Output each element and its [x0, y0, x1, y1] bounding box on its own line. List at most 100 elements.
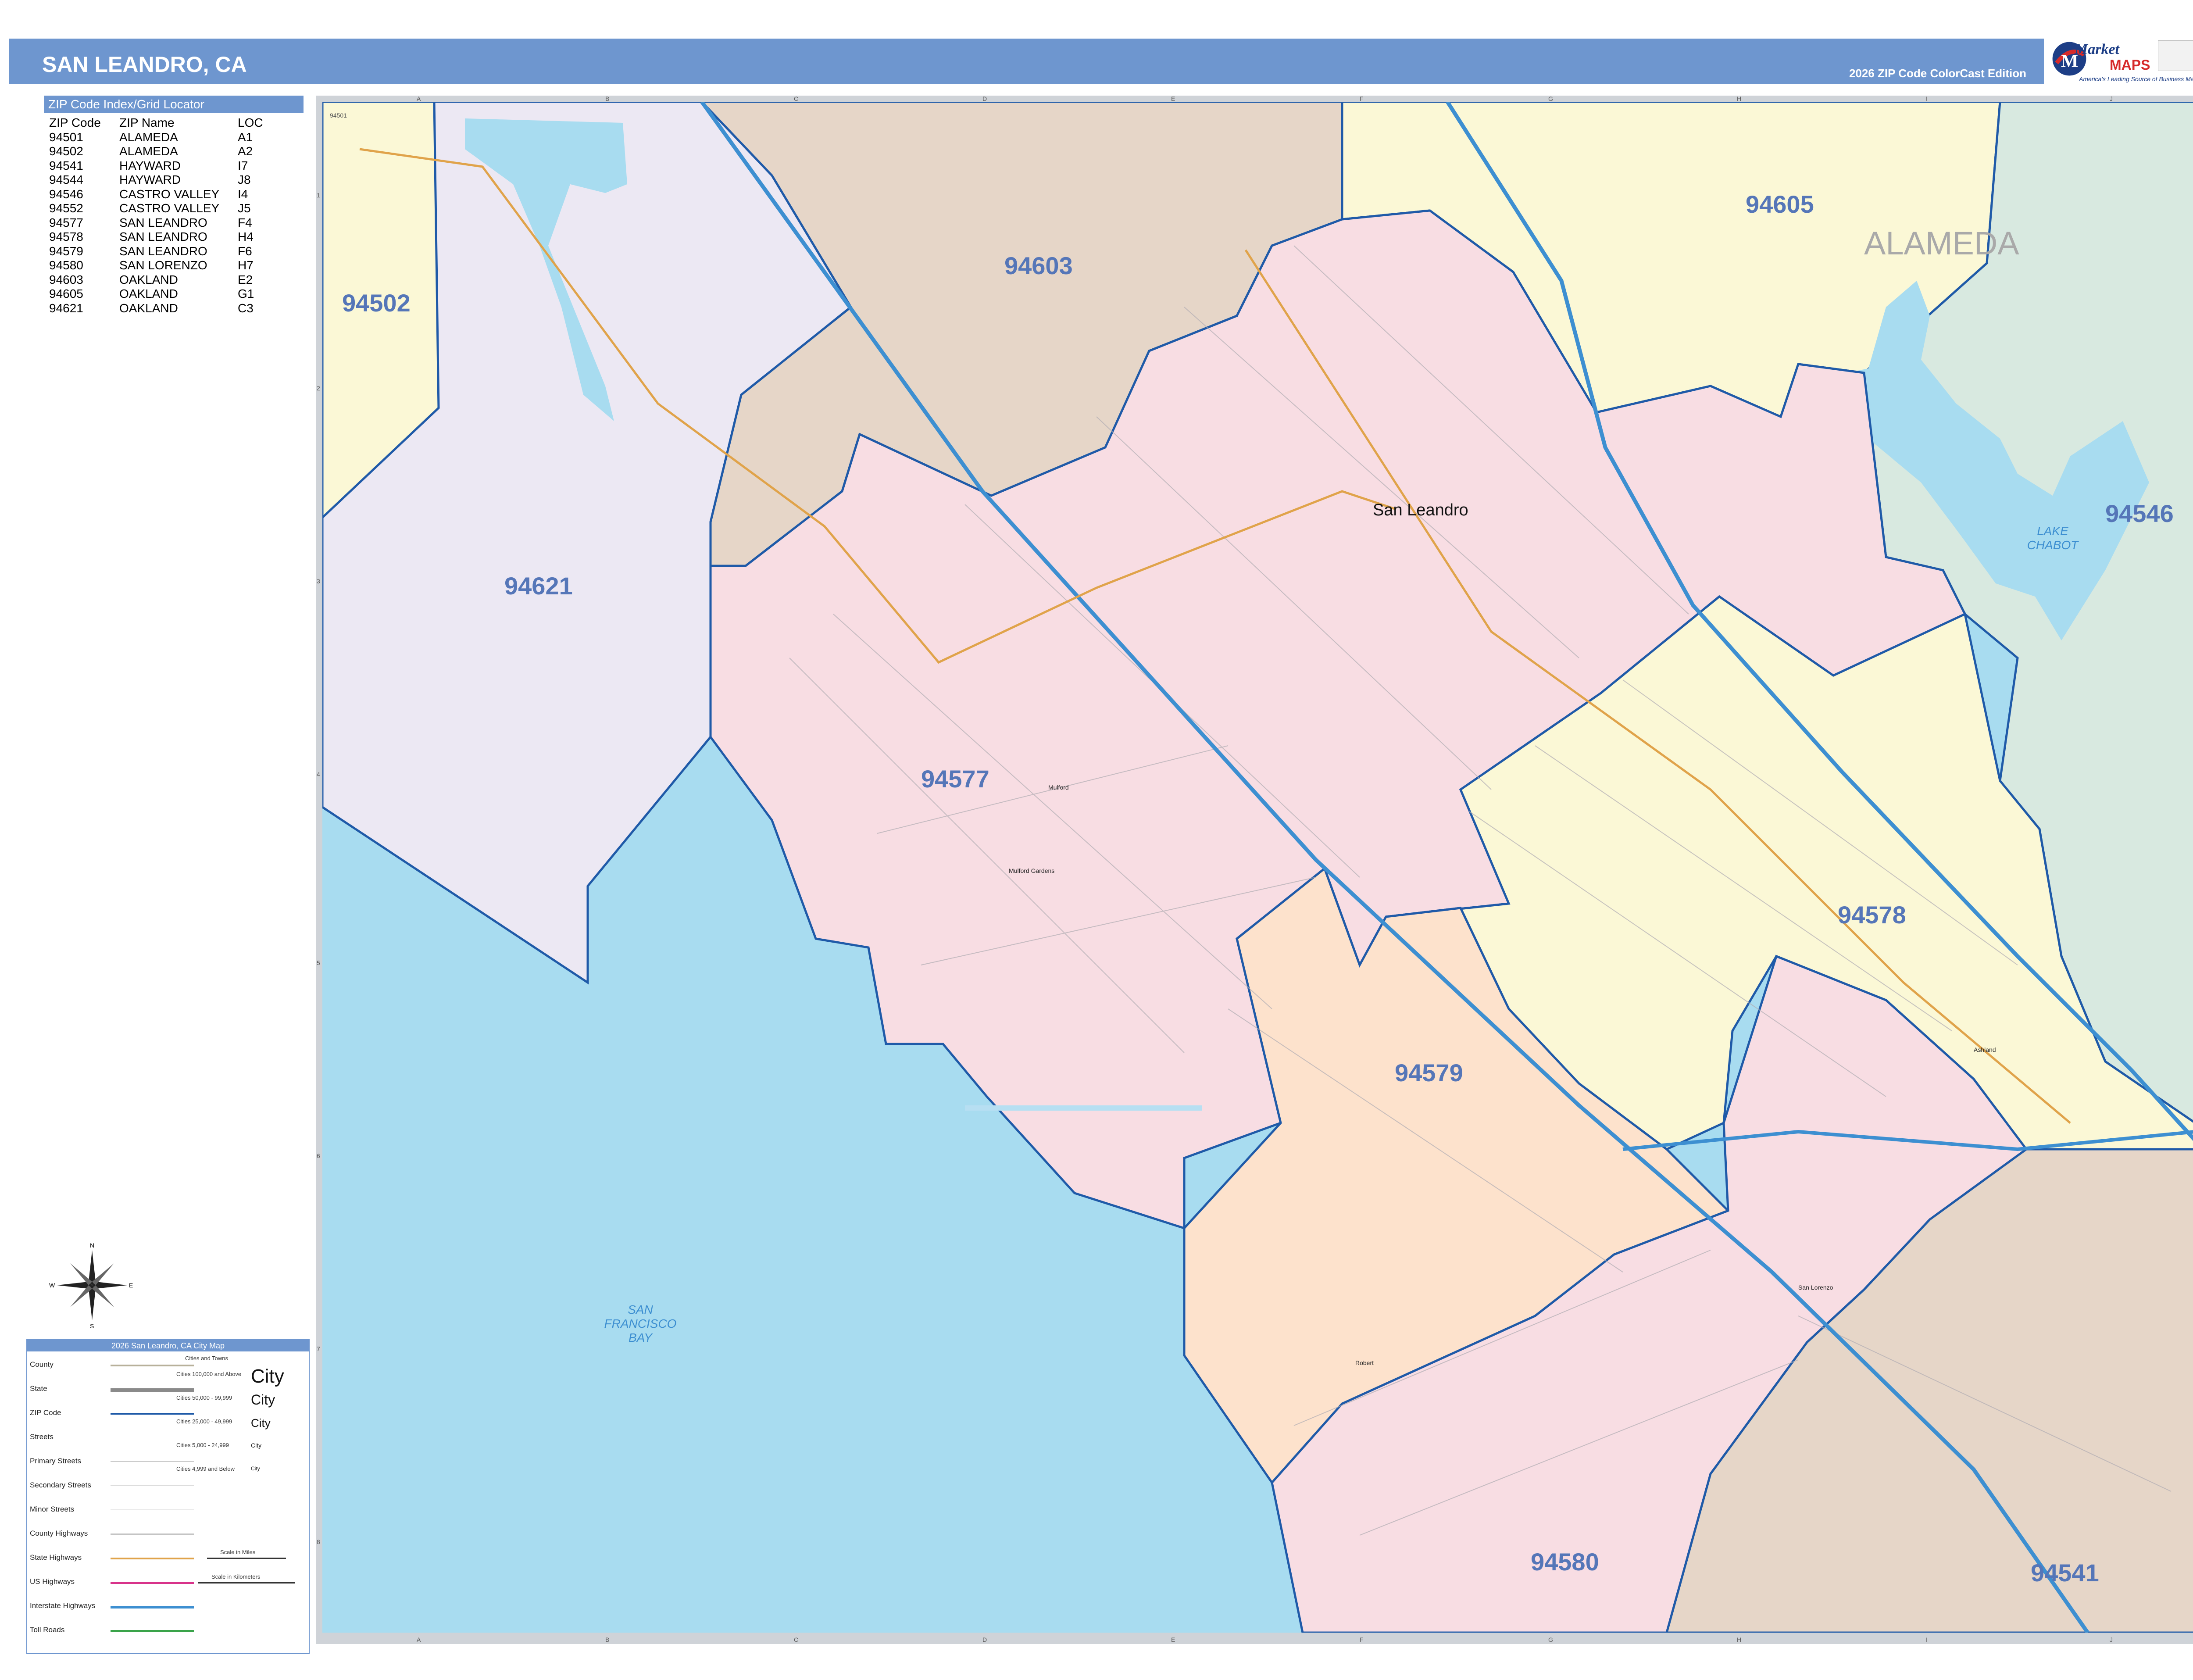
- legend-city-sample-large: City: [251, 1365, 284, 1387]
- zip-loc-cell: J5: [238, 201, 251, 215]
- place-label: Ashland: [1974, 1046, 1996, 1053]
- zip-name-cell: HAYWARD: [119, 158, 181, 172]
- zip-name-cell: ALAMEDA: [119, 144, 178, 158]
- zip-index-header: ZIP Code Index/Grid Locator: [44, 96, 304, 113]
- legend-city-sample: City: [251, 1416, 271, 1430]
- zip-code-cell: 94621: [49, 301, 83, 315]
- edition-label: 2026 ZIP Code ColorCast Edition: [1849, 67, 2026, 80]
- logo-brand-bottom: MAPS: [2110, 57, 2150, 73]
- logo-brand-top: Market: [2075, 41, 2119, 57]
- zip-label-94621: 94621: [504, 572, 573, 600]
- zip-label-94577: 94577: [921, 765, 989, 793]
- zip-label-94603: 94603: [1004, 252, 1073, 279]
- zip-loc-cell: G1: [238, 287, 254, 300]
- zip-name-cell: CASTRO VALLEY: [119, 187, 220, 201]
- grid-col-label: F: [1360, 1636, 1364, 1643]
- zip-code-map: A B C D E F G H I J A B C D E F G H I J …: [316, 96, 2193, 1644]
- zip-code-cell: 94546: [49, 187, 83, 201]
- zip-name-cell: SAN LORENZO: [119, 258, 207, 272]
- page-title: SAN LEANDRO, CA: [42, 52, 247, 77]
- legend-scale-bar-km: [198, 1582, 295, 1583]
- place-label: Robert: [1355, 1359, 1374, 1366]
- legend-secondary-line: [111, 1485, 194, 1486]
- zip-code-cell: 94578: [49, 230, 83, 243]
- legend-county-line: [111, 1365, 194, 1366]
- legend-primary-line: [111, 1461, 194, 1462]
- zip-name-cell: OAKLAND: [119, 272, 178, 286]
- legend-city-size: Cities 5,000 - 24,999: [176, 1442, 229, 1448]
- zip-loc-cell: A2: [238, 144, 253, 158]
- place-label: Mulford Gardens: [1009, 867, 1054, 874]
- grid-col-label: I: [1925, 96, 1927, 102]
- column-header: ZIP Code: [49, 116, 101, 129]
- zip-code-cell: 94605: [49, 287, 83, 300]
- grid-col-label: D: [982, 96, 987, 102]
- column-header: LOC: [238, 116, 263, 129]
- zip-code-cell: 94579: [49, 244, 83, 258]
- logo-contact-box: [2158, 40, 2193, 71]
- compass-west: W: [49, 1282, 55, 1289]
- legend-city-size: Cities 100,000 and Above: [176, 1371, 242, 1377]
- legend-toll-line: [111, 1630, 194, 1632]
- legend-city-sample: City: [251, 1466, 260, 1472]
- zip-loc-cell: H4: [238, 230, 254, 243]
- legend-cities-header: Cities and Towns: [185, 1355, 229, 1362]
- compass-south: S: [90, 1323, 94, 1329]
- legend-item: State: [30, 1384, 47, 1393]
- zip-label-94541: 94541: [2031, 1559, 2099, 1587]
- city-label-san-leandro: San Leandro: [1373, 501, 1468, 519]
- zip-name-cell: SAN LEANDRO: [119, 215, 207, 229]
- legend-item: Primary Streets: [30, 1457, 82, 1465]
- corner-zip-label: 94501: [330, 112, 347, 119]
- grid-col-label: I: [1925, 1636, 1927, 1643]
- compass-east: E: [129, 1282, 133, 1289]
- map-legend: 2026 San Leandro, CA City Map County Sta…: [26, 1339, 310, 1654]
- compass-north: N: [90, 1242, 94, 1249]
- legend-item: Minor Streets: [30, 1505, 75, 1513]
- legend-minor-line: [111, 1509, 194, 1510]
- legend-item: County: [30, 1360, 54, 1369]
- grid-col-label: G: [1548, 96, 1553, 102]
- bay-label-line: BAY: [629, 1331, 653, 1344]
- grid-col-label: B: [605, 96, 609, 102]
- legend-state-line: [111, 1388, 194, 1392]
- grid-col-label: C: [794, 1636, 798, 1643]
- zip-loc-cell: J8: [238, 173, 251, 186]
- zip-label-94578: 94578: [1838, 901, 1906, 929]
- legend-state-hwy-line: [111, 1558, 194, 1559]
- legend-item: Streets: [30, 1433, 54, 1441]
- grid-col-label: H: [1737, 1636, 1741, 1643]
- bay-label-line: SAN: [628, 1303, 653, 1316]
- zip-label-94605: 94605: [1746, 190, 1814, 218]
- zip-name-cell: HAYWARD: [119, 173, 181, 186]
- legend-city-sample: City: [251, 1442, 262, 1449]
- legend-item: State Highways: [30, 1553, 82, 1562]
- zip-loc-cell: A1: [238, 130, 253, 144]
- zip-name-cell: CASTRO VALLEY: [119, 201, 220, 215]
- zip-loc-cell: F4: [238, 215, 252, 229]
- zip-loc-cell: H7: [238, 258, 254, 272]
- zip-label-94579: 94579: [1395, 1059, 1463, 1087]
- grid-col-label: H: [1737, 96, 1741, 102]
- zip-code-cell: 94603: [49, 272, 83, 286]
- grid-col-label: G: [1548, 1636, 1553, 1643]
- zip-loc-cell: C3: [238, 301, 254, 315]
- zip-name-cell: OAKLAND: [119, 287, 178, 300]
- grid-col-label: A: [417, 96, 421, 102]
- zip-name-cell: SAN LEANDRO: [119, 244, 207, 258]
- causeway: [965, 1105, 1202, 1111]
- legend-item: County Highways: [30, 1529, 88, 1537]
- zip-code-cell: 94502: [49, 144, 83, 158]
- zip-code-cell: 94544: [49, 173, 83, 186]
- legend-item: US Highways: [30, 1577, 75, 1586]
- legend-scale-bar-miles: [207, 1558, 286, 1559]
- grid-col-label: J: [2110, 1636, 2113, 1643]
- grid-col-label: D: [982, 1636, 987, 1643]
- grid-row-label: 4: [317, 771, 320, 778]
- zip-loc-cell: I4: [238, 187, 248, 201]
- legend-city-size: Cities 4,999 and Below: [176, 1466, 235, 1472]
- legend-city-size: Cities 50,000 - 99,999: [176, 1394, 232, 1401]
- zip-loc-cell: F6: [238, 244, 252, 258]
- lake-label-line: CHABOT: [2027, 538, 2079, 552]
- legend-title: 2026 San Leandro, CA City Map: [27, 1340, 309, 1351]
